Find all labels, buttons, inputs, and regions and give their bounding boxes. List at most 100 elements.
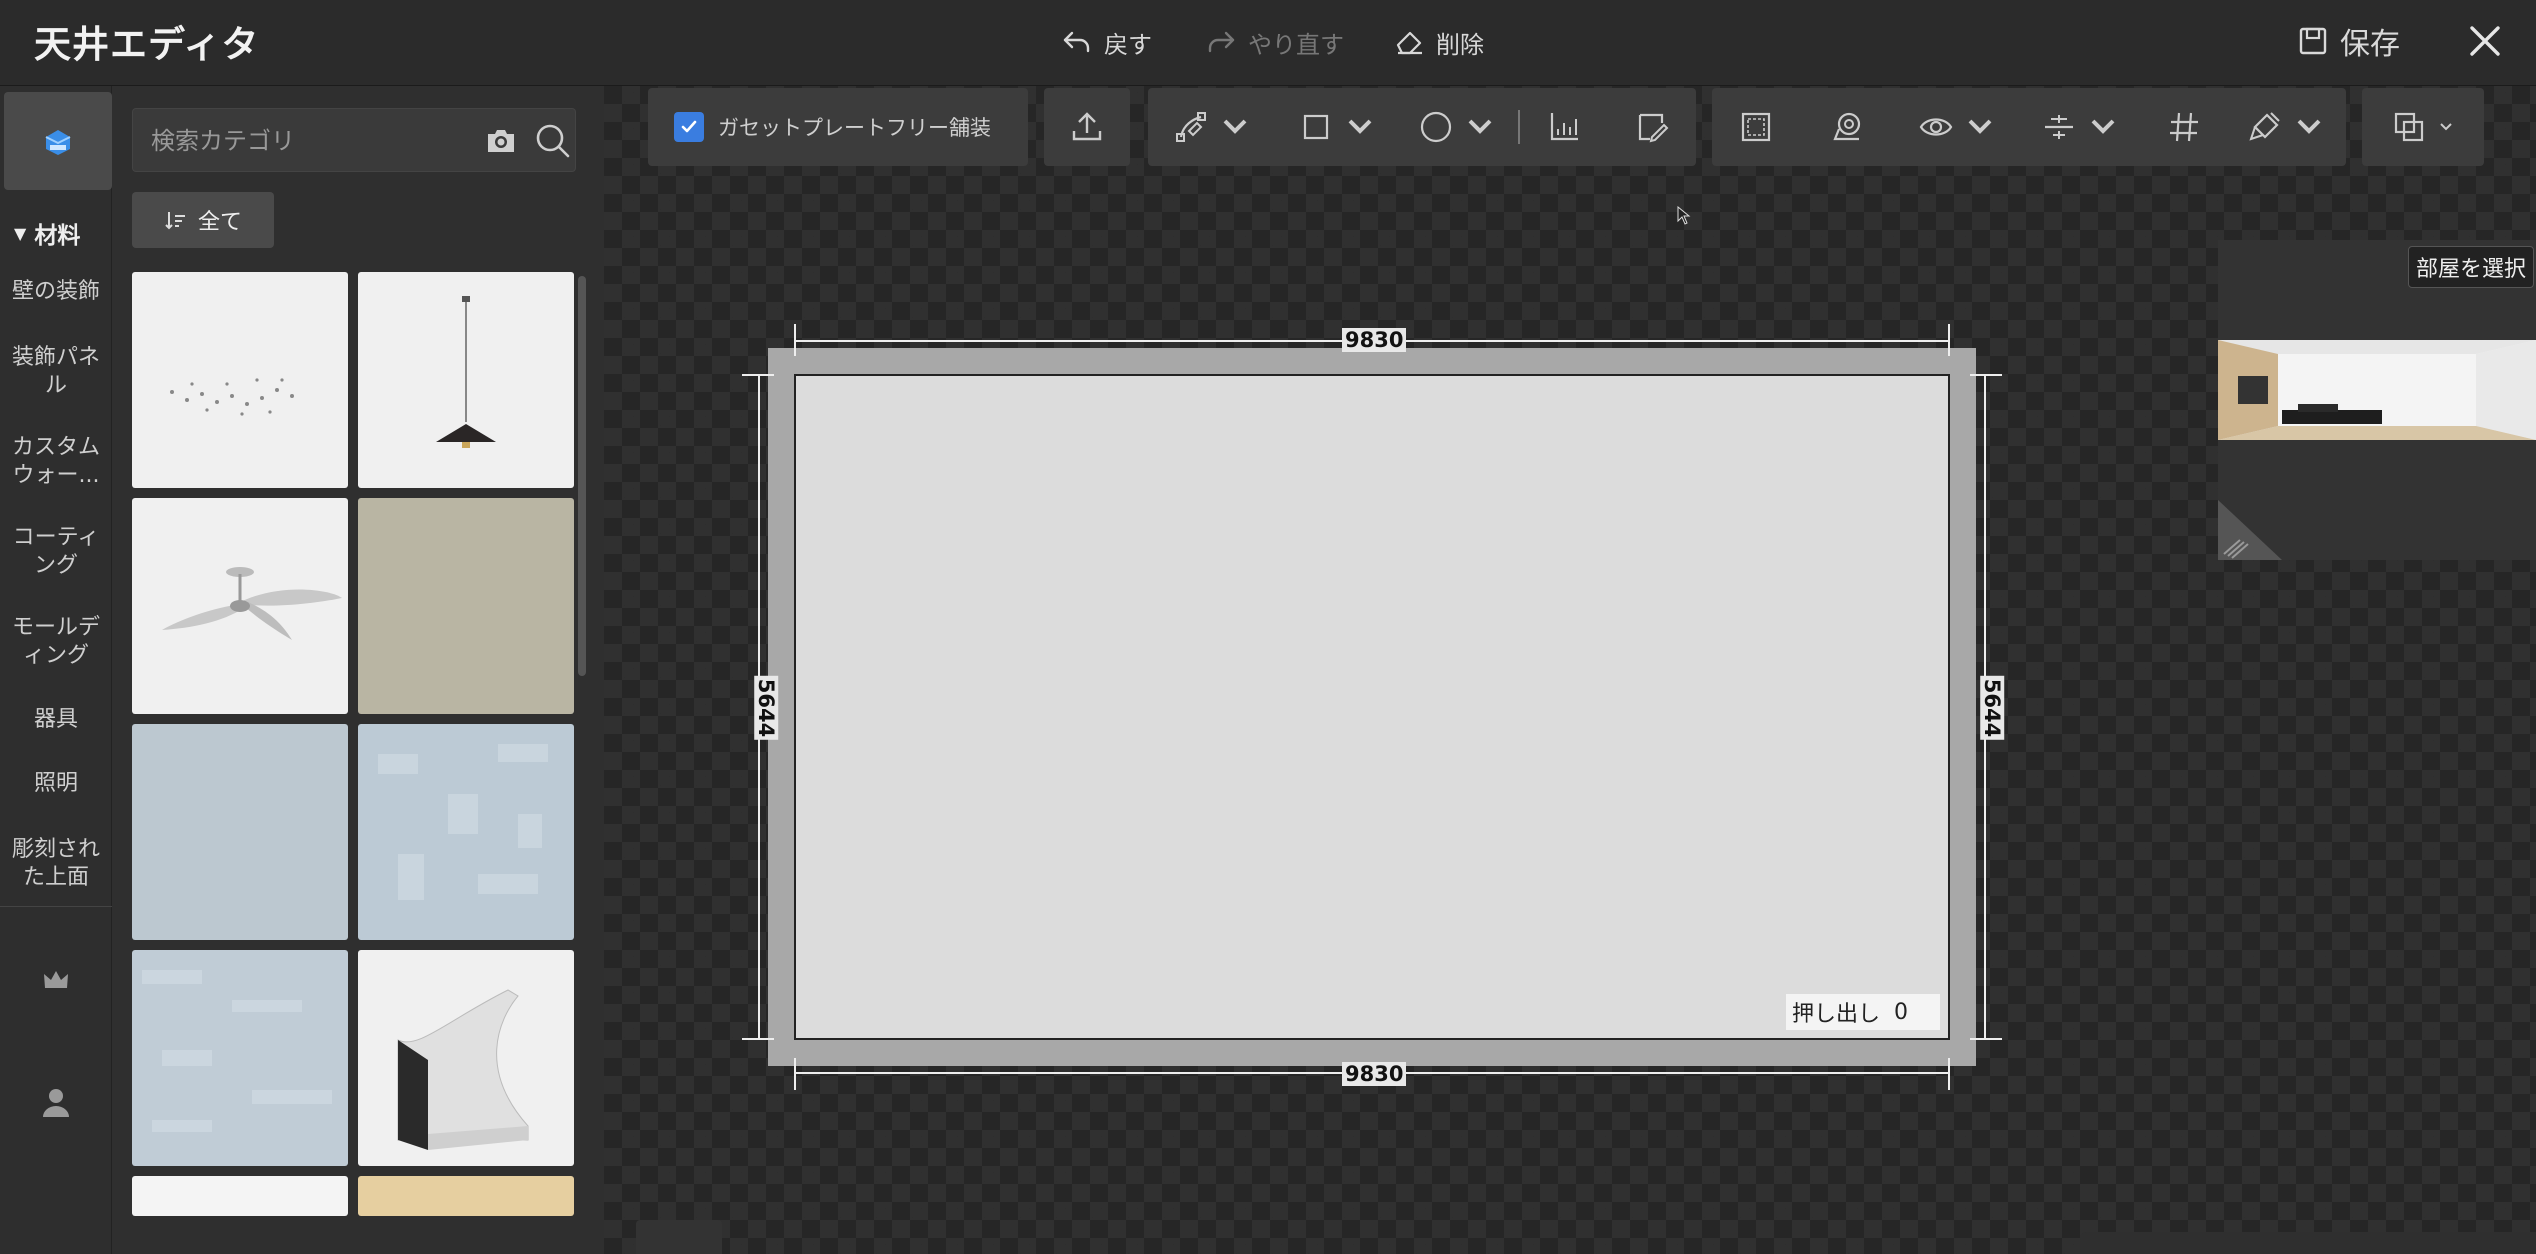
eye-icon bbox=[1919, 118, 1952, 136]
gusset-label: ガセットプレートフリー舗装 bbox=[718, 116, 991, 140]
material-tile[interactable] bbox=[358, 272, 574, 488]
divider bbox=[0, 906, 112, 907]
sidebar-item-label: ウォー... bbox=[12, 463, 100, 488]
dimension-height-right: 5644 bbox=[1980, 675, 2005, 741]
ceiling-area[interactable] bbox=[794, 374, 1950, 1040]
search-icon[interactable] bbox=[533, 121, 573, 161]
material-tile[interactable] bbox=[132, 950, 348, 1166]
mouse-cursor-icon bbox=[1677, 206, 1691, 225]
camera-icon[interactable] bbox=[483, 123, 519, 159]
view-tools-group bbox=[1712, 88, 2346, 166]
material-tile[interactable] bbox=[132, 272, 348, 488]
material-tile[interactable] bbox=[358, 498, 574, 714]
library-scrollbar[interactable] bbox=[578, 276, 586, 676]
redo-button[interactable]: やり直す bbox=[1204, 20, 1344, 64]
lasso-tool[interactable] bbox=[1799, 88, 1894, 166]
grid-hash-icon bbox=[2169, 112, 2198, 142]
lasso-icon bbox=[1833, 112, 1860, 141]
dimension-width-bottom: 9830 bbox=[1342, 1062, 1407, 1086]
check-icon bbox=[681, 120, 697, 133]
grid-tool[interactable] bbox=[2140, 88, 2227, 166]
material-tile[interactable] bbox=[358, 724, 574, 940]
align-icon bbox=[2044, 115, 2073, 139]
materials-tab[interactable] bbox=[4, 92, 112, 190]
caret-down-icon: ▼ bbox=[14, 223, 27, 243]
category-rail: ▼ 材料 壁の装飾 装飾パネル カスタムウォー... コーティング モールデ ィン… bbox=[0, 86, 112, 1254]
sidebar-item-coating[interactable]: コーティ ング bbox=[0, 524, 112, 580]
undo-label: 戻す bbox=[1104, 30, 1152, 59]
draw-line-tool[interactable] bbox=[1148, 88, 1278, 166]
close-icon[interactable] bbox=[2460, 16, 2510, 66]
measure-tool[interactable] bbox=[1520, 88, 1608, 166]
chevron-down-icon bbox=[1468, 119, 1492, 134]
top-bar: 天井エディタ 戻す やり直す 削除 保存 bbox=[0, 0, 2536, 86]
sidebar-item-label: 壁の装飾 bbox=[11, 279, 100, 304]
cube-icon bbox=[45, 130, 71, 155]
ceiling-fan-thumbnail bbox=[162, 567, 342, 640]
room-preview-image[interactable] bbox=[2218, 340, 2536, 440]
dimension-tick bbox=[742, 374, 774, 376]
save-icon bbox=[2299, 27, 2327, 55]
material-tile[interactable] bbox=[132, 498, 348, 714]
rectangle-icon bbox=[1303, 114, 1329, 140]
sidebar-item-fixtures[interactable]: 器具 bbox=[0, 706, 112, 734]
zoom-controls[interactable] bbox=[2080, 1232, 2536, 1254]
sidebar-item-label: た上面 bbox=[22, 865, 89, 890]
sidebar-item-decor-panel[interactable]: 装飾パネル bbox=[0, 344, 112, 400]
sidebar-item-label: 器具 bbox=[33, 707, 78, 732]
resize-handle-icon[interactable] bbox=[2218, 500, 2282, 560]
extrude-field[interactable]: 押し出し 0 bbox=[1786, 994, 1940, 1030]
bezier-pen-icon bbox=[1176, 112, 1206, 142]
sidebar-item-label: 彫刻され bbox=[11, 837, 100, 862]
delete-button[interactable]: 削除 bbox=[1392, 20, 1484, 64]
sidebar-item-molding[interactable]: モールデ ィング bbox=[0, 614, 112, 670]
select-room-button[interactable]: 部屋を選択 bbox=[2408, 246, 2534, 288]
premium-tab[interactable] bbox=[34, 958, 78, 1002]
undo-button[interactable]: 戻す bbox=[1060, 20, 1152, 64]
filter-all-button[interactable]: 全て bbox=[132, 192, 274, 248]
copy-icon bbox=[2394, 112, 2424, 142]
category-header-label: 材料 bbox=[34, 223, 81, 249]
material-tile[interactable] bbox=[132, 724, 348, 940]
redo-icon bbox=[1208, 31, 1235, 53]
sidebar-item-wall-decor[interactable]: 壁の装飾 bbox=[0, 278, 112, 306]
gusset-checkbox[interactable] bbox=[674, 112, 704, 142]
dimension-tick bbox=[1948, 324, 1950, 356]
paint-brush-icon bbox=[2248, 112, 2280, 141]
select-area-tool[interactable] bbox=[1712, 88, 1799, 166]
dimension-height-left: 5644 bbox=[754, 675, 779, 741]
sidebar-item-lighting[interactable]: 照明 bbox=[0, 770, 112, 798]
dimension-tick bbox=[794, 1058, 796, 1090]
filter-all-label: 全て bbox=[197, 210, 242, 235]
sidebar-item-label: ング bbox=[33, 553, 78, 578]
rectangle-tool[interactable] bbox=[1278, 88, 1398, 166]
bottom-view-button[interactable] bbox=[636, 1220, 722, 1254]
edit-area-tool[interactable] bbox=[1608, 88, 1696, 166]
sidebar-item-label: コーティ bbox=[12, 525, 100, 550]
material-tile[interactable] bbox=[358, 1176, 574, 1216]
material-tile[interactable] bbox=[132, 1176, 348, 1216]
visibility-tool[interactable] bbox=[1894, 88, 2021, 166]
extrude-value[interactable]: 0 bbox=[1894, 1000, 1908, 1025]
search-box bbox=[132, 108, 576, 172]
search-input[interactable] bbox=[151, 121, 451, 161]
category-header[interactable]: ▼ 材料 bbox=[14, 216, 80, 250]
edit-panel-icon bbox=[1638, 113, 1669, 143]
gusset-toggle[interactable]: ガセットプレートフリー舗装 bbox=[648, 88, 1028, 166]
save-button[interactable]: 保存 bbox=[2298, 16, 2400, 66]
paint-tool[interactable] bbox=[2227, 88, 2346, 166]
circle-tool[interactable] bbox=[1398, 88, 1518, 166]
chevron-down-icon bbox=[1223, 119, 1247, 134]
material-tile[interactable] bbox=[358, 950, 574, 1166]
sidebar-item-custom-wall[interactable]: カスタムウォー... bbox=[0, 434, 112, 490]
align-tool[interactable] bbox=[2021, 88, 2140, 166]
upload-button[interactable] bbox=[1044, 88, 1130, 166]
copy-tool[interactable] bbox=[2362, 88, 2484, 166]
sidebar-item-label: 照明 bbox=[33, 771, 78, 796]
sidebar-item-carved-top[interactable]: 彫刻され た上面 bbox=[0, 836, 112, 892]
circle-icon bbox=[1420, 111, 1452, 143]
sidebar-item-label: ル bbox=[44, 373, 67, 398]
dimension-tick bbox=[1970, 374, 2002, 376]
account-tab[interactable] bbox=[34, 1080, 78, 1124]
sidebar-item-label: カスタム bbox=[11, 435, 100, 460]
